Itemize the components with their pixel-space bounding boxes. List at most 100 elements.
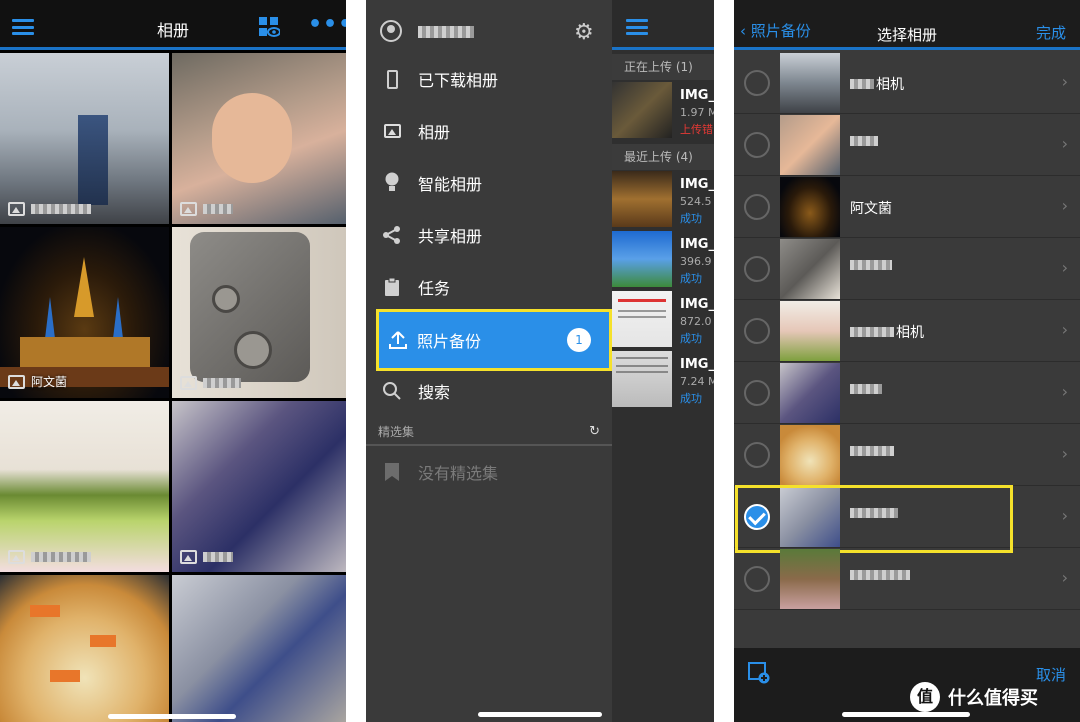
uploading-section-header: 正在上传 (1) xyxy=(612,54,714,80)
side-menu: ⚙ 已下载相册 相册 智能相册 共享相册 任务 照片备份 1 搜索 精选集 ↻ … xyxy=(366,0,612,722)
album-thumbnail xyxy=(780,425,840,485)
album-tile[interactable] xyxy=(172,53,346,224)
radio-button[interactable] xyxy=(744,70,770,96)
menu-label: 搜索 xyxy=(418,383,451,402)
album-select-row[interactable]: 相机 › xyxy=(734,300,1080,362)
menu-icon[interactable] xyxy=(626,19,648,35)
album-select-row[interactable]: › xyxy=(734,362,1080,424)
album-tile[interactable] xyxy=(172,575,346,722)
person-figure xyxy=(78,115,108,205)
album-select-row[interactable]: › xyxy=(734,548,1080,610)
recent-section-header: 最近上传 (4) xyxy=(612,144,714,170)
album-name-redacted xyxy=(850,136,878,146)
done-button[interactable]: 完成 xyxy=(1036,22,1066,43)
radio-button[interactable] xyxy=(744,566,770,592)
share-icon xyxy=(366,225,418,245)
home-indicator xyxy=(842,712,970,717)
album-thumbnail xyxy=(780,239,840,299)
album-name-redacted xyxy=(850,446,894,456)
menu-item-shared-albums[interactable]: 共享相册 xyxy=(366,209,612,261)
count-badge: 1 xyxy=(567,328,591,352)
album-name-redacted xyxy=(31,204,91,214)
album-thumbnail xyxy=(780,549,840,609)
radio-button[interactable] xyxy=(744,380,770,406)
album-select-row[interactable]: 阿文菌 › xyxy=(734,176,1080,238)
menu-item-smart-albums[interactable]: 智能相册 xyxy=(366,157,612,209)
album-name: 阿文菌 xyxy=(850,201,892,217)
menu-item-downloaded-albums[interactable]: 已下载相册 xyxy=(366,53,612,105)
album-tile[interactable] xyxy=(0,575,169,722)
image-icon xyxy=(366,124,418,138)
chevron-right-icon: › xyxy=(1061,444,1068,463)
radio-button[interactable] xyxy=(744,194,770,220)
album-name-redacted xyxy=(850,384,882,394)
menu-item-photo-backup[interactable]: 照片备份 1 xyxy=(376,309,612,371)
upload-row[interactable]: IMG_ 7.24 M 成功 xyxy=(612,351,714,411)
album-icon xyxy=(180,202,197,216)
watermark-text: 什么值得买 xyxy=(948,688,1038,709)
album-name-redacted xyxy=(203,552,233,562)
account-icon[interactable] xyxy=(380,20,402,42)
album-tile[interactable] xyxy=(172,227,346,398)
album-name: 相机 xyxy=(876,77,904,93)
album-icon xyxy=(8,202,25,216)
album-thumbnail xyxy=(780,177,840,237)
view-toggle-icon[interactable] xyxy=(258,16,281,38)
menu-item-search[interactable]: 搜索 xyxy=(366,365,612,417)
upload-status: 上传错 xyxy=(680,123,713,136)
upload-row[interactable]: IMG_ 396.9 成功 xyxy=(612,231,714,291)
album-select-row[interactable]: 相机 › xyxy=(734,52,1080,114)
select-album-footer: 取消 值 什么值得买 xyxy=(734,648,1080,722)
upload-thumbnail xyxy=(612,231,672,287)
face-blur xyxy=(212,93,292,183)
radio-button[interactable] xyxy=(744,442,770,468)
album-icon xyxy=(180,550,197,564)
album-grid-header: 相册 ••• xyxy=(0,0,346,50)
album-thumbnail xyxy=(780,53,840,113)
upload-status: 成功 xyxy=(680,392,702,405)
radio-button[interactable] xyxy=(744,132,770,158)
watermark-logo-icon: 值 xyxy=(910,682,940,712)
album-tile[interactable] xyxy=(0,53,169,224)
chevron-right-icon: › xyxy=(1061,320,1068,339)
album-icon xyxy=(8,550,25,564)
clipboard-icon xyxy=(366,277,418,297)
section-header-collections: 精选集 ↻ xyxy=(366,418,612,446)
album-select-row[interactable]: › xyxy=(734,238,1080,300)
album-name-redacted xyxy=(203,378,241,388)
album-tile[interactable] xyxy=(0,401,169,572)
upload-status: 成功 xyxy=(680,332,702,345)
album-icon xyxy=(180,376,197,390)
menu-label: 任务 xyxy=(418,279,451,298)
add-album-icon[interactable] xyxy=(748,662,770,684)
album-tile[interactable]: 阿文菌 xyxy=(0,227,169,398)
chevron-right-icon: › xyxy=(1061,506,1068,525)
upload-row[interactable]: IMG_ 524.5 成功 xyxy=(612,171,714,231)
castle-image xyxy=(0,257,169,387)
upload-row[interactable]: IMG_ 1.97 M 上传错 xyxy=(612,82,714,142)
menu-item-albums[interactable]: 相册 xyxy=(366,105,612,157)
upload-icon xyxy=(379,330,417,350)
chevron-right-icon: › xyxy=(1061,196,1068,215)
radio-button[interactable] xyxy=(744,256,770,282)
home-indicator xyxy=(478,712,602,717)
cancel-button[interactable]: 取消 xyxy=(1036,664,1066,685)
refresh-icon[interactable]: ↻ xyxy=(589,418,600,446)
album-select-row[interactable]: › xyxy=(734,424,1080,486)
upload-row[interactable]: IMG_ 872.0 成功 xyxy=(612,291,714,351)
album-tile[interactable] xyxy=(172,401,346,572)
album-name: 相机 xyxy=(896,325,924,341)
menu-label: 智能相册 xyxy=(418,175,483,194)
menu-label: 已下载相册 xyxy=(418,71,499,90)
menu-item-tasks[interactable]: 任务 xyxy=(366,261,612,313)
more-icon[interactable]: ••• xyxy=(308,12,346,37)
watermark: 值 什么值得买 xyxy=(910,682,1038,712)
menu-label: 照片备份 xyxy=(417,332,482,351)
search-icon xyxy=(366,381,418,401)
album-thumbnail xyxy=(780,301,840,361)
gear-icon[interactable]: ⚙ xyxy=(574,20,594,45)
radio-button[interactable] xyxy=(744,318,770,344)
album-select-row[interactable]: › xyxy=(734,114,1080,176)
chevron-right-icon: › xyxy=(1061,72,1068,91)
upload-status: 成功 xyxy=(680,272,702,285)
